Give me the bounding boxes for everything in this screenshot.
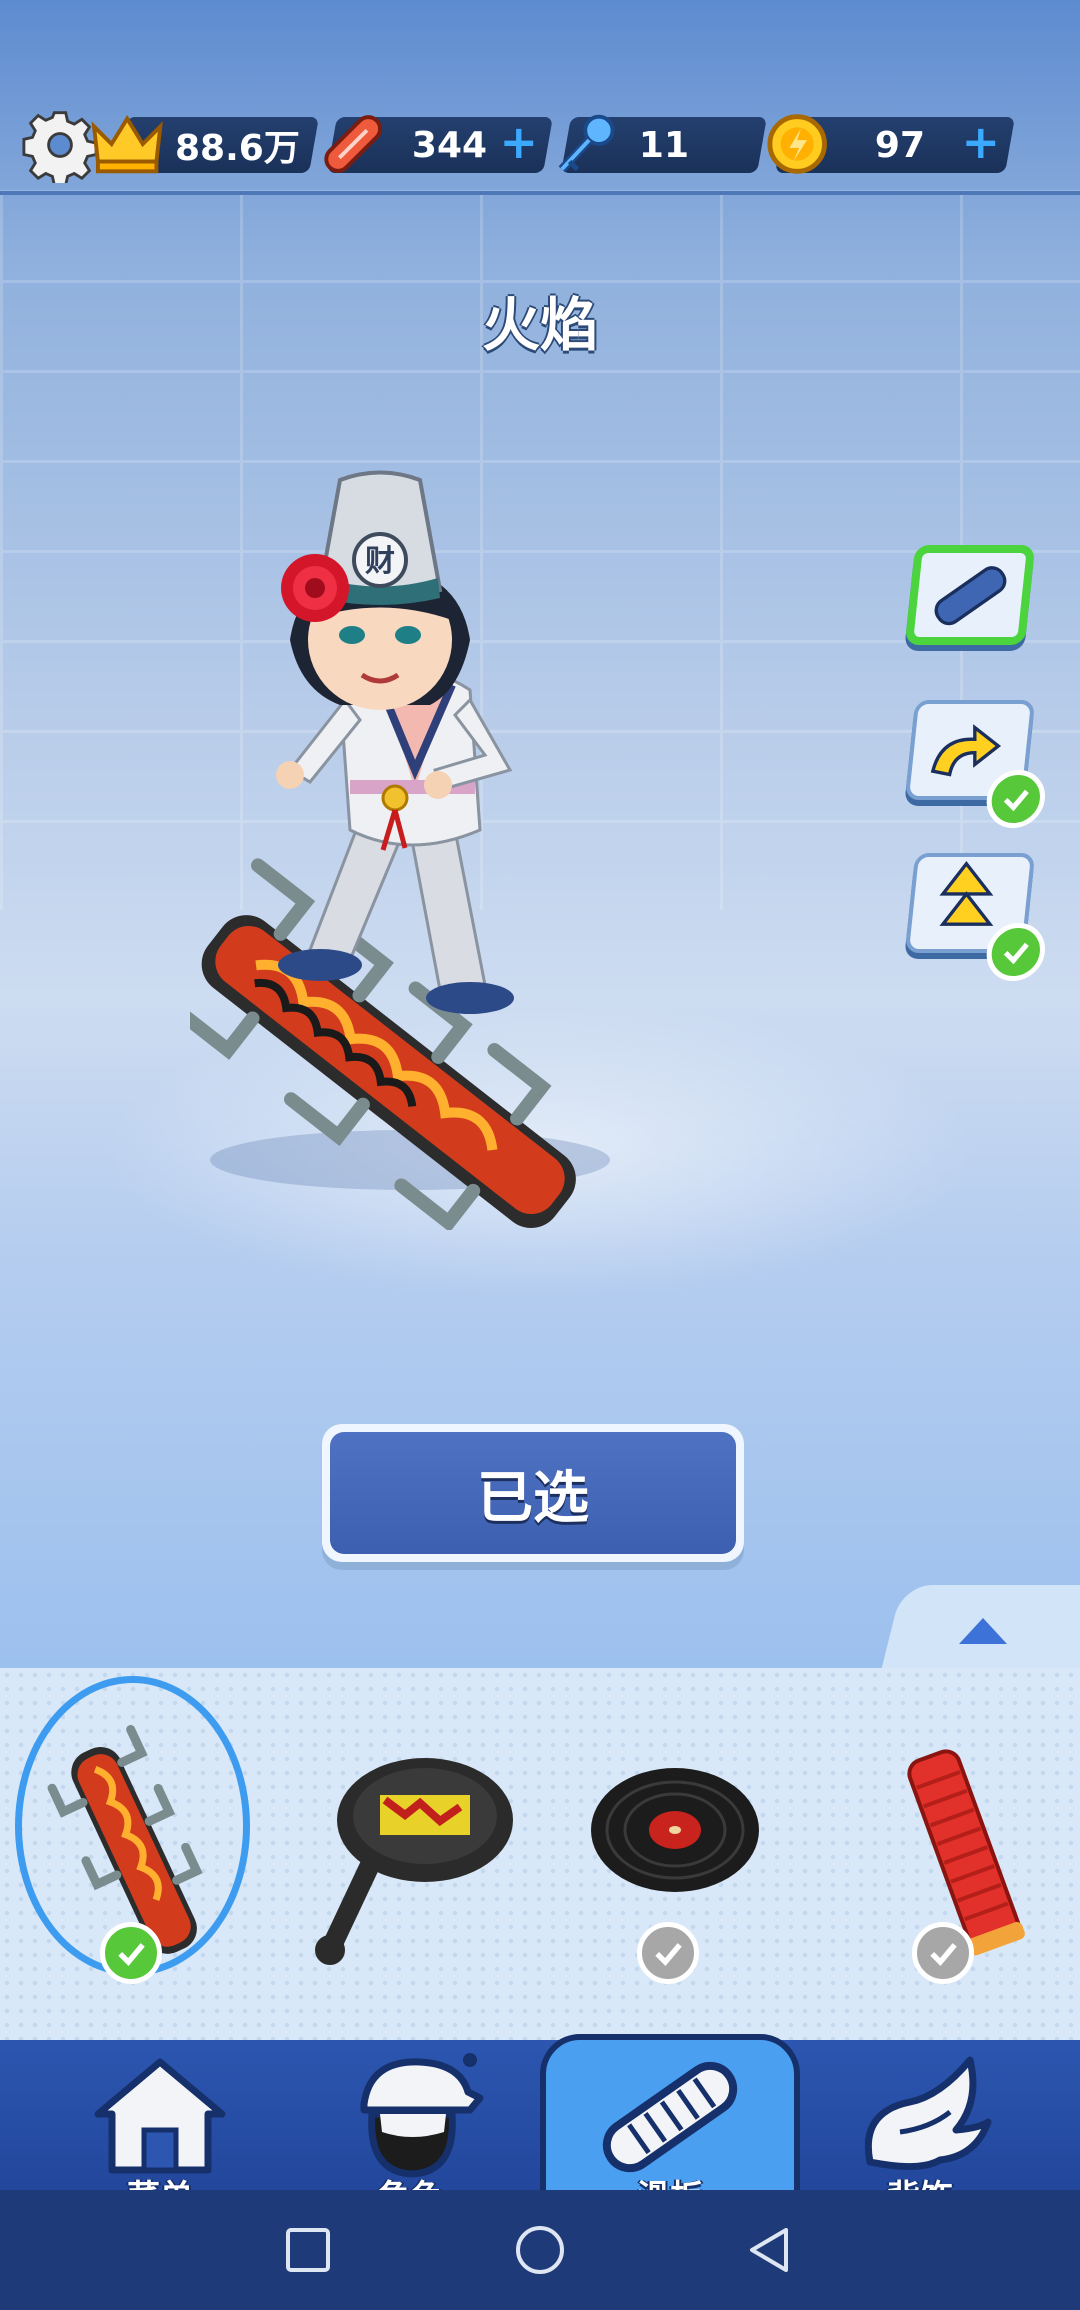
buy-hoverboards-plus-icon[interactable]: +: [500, 115, 539, 169]
board-icon: [934, 566, 1007, 626]
coin-icon: [767, 114, 827, 174]
home-circle-icon[interactable]: [512, 2222, 568, 2278]
boost-powerup-button[interactable]: [904, 853, 1048, 981]
hoverboard-counter: 344 +: [324, 115, 553, 173]
key-icon: [558, 114, 615, 173]
svg-text:财: 财: [365, 544, 395, 579]
top-hud: 88.6万 344 + 11 97 +: [0, 95, 1080, 195]
board-title: 火焰: [481, 291, 598, 359]
selected-button[interactable]: 已选: [322, 1424, 744, 1562]
back-triangle-icon[interactable]: [742, 2222, 798, 2278]
owned-check-icon: [100, 1922, 162, 1984]
character-on-flame-board: 财: [190, 470, 610, 1230]
keys-counter: 11: [558, 114, 767, 173]
item-red-board[interactable]: [850, 1700, 1080, 2000]
item-vinyl-record-board[interactable]: [575, 1700, 805, 2000]
expand-up-arrow-icon[interactable]: [955, 1612, 1011, 1648]
keys-value: 11: [638, 124, 690, 166]
not-owned-check-icon: [912, 1922, 974, 1984]
character-head-icon: [360, 2053, 484, 2178]
hoverboard-value: 344: [412, 124, 488, 166]
highscore-counter: 88.6万: [91, 114, 319, 174]
coins-value: 97: [874, 124, 926, 166]
wings-icon: [864, 2056, 992, 2171]
jump-powerup-button[interactable]: [904, 700, 1048, 828]
board-view-button[interactable]: [904, 545, 1036, 645]
home-icon: [94, 2058, 226, 2174]
skateboard-icon: [602, 2061, 738, 2173]
coins-counter: 97 +: [767, 114, 1015, 174]
selected-button-label: 已选: [330, 1432, 736, 1554]
frying-pan-board-icon: [315, 1758, 513, 1965]
highscore-value: 88.6万: [174, 128, 300, 169]
hoverboard-icon: [324, 115, 382, 173]
item-frying-pan-board[interactable]: [300, 1700, 530, 2000]
item-flame-board[interactable]: [20, 1700, 250, 2000]
buy-coins-plus-icon[interactable]: +: [962, 115, 1001, 169]
crown-icon: [91, 114, 163, 174]
settings-gear-icon[interactable]: [22, 107, 98, 183]
not-owned-check-icon: [637, 1922, 699, 1984]
recent-apps-square-icon[interactable]: [280, 2222, 336, 2278]
